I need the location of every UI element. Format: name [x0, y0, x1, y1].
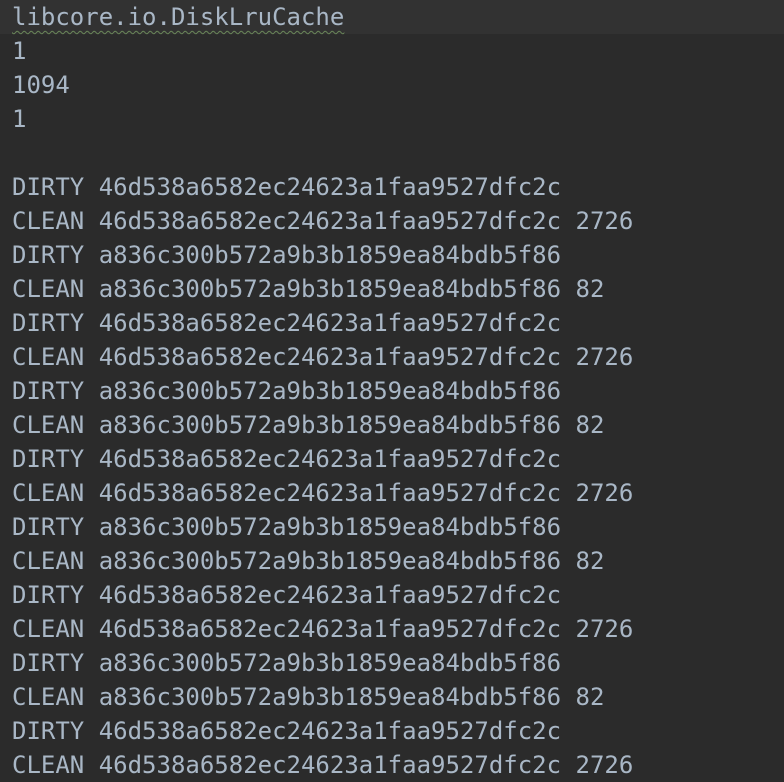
editor-line-6[interactable]: DIRTY 46d538a6582ec24623a1faa9527dfc2c — [12, 170, 784, 204]
editor-line-7[interactable]: CLEAN 46d538a6582ec24623a1faa9527dfc2c 2… — [12, 204, 784, 238]
editor-line-4[interactable]: 1 — [12, 102, 784, 136]
editor-line-23[interactable]: CLEAN 46d538a6582ec24623a1faa9527dfc2c 2… — [12, 748, 784, 782]
text-editor[interactable]: libcore.io.DiskLruCache 1 1094 1 DIRTY 4… — [0, 0, 784, 782]
editor-line-17[interactable]: CLEAN a836c300b572a9b3b1859ea84bdb5f86 8… — [12, 544, 784, 578]
editor-line-12[interactable]: DIRTY a836c300b572a9b3b1859ea84bdb5f86 — [12, 374, 784, 408]
editor-line-10[interactable]: DIRTY 46d538a6582ec24623a1faa9527dfc2c — [12, 306, 784, 340]
editor-line-9[interactable]: CLEAN a836c300b572a9b3b1859ea84bdb5f86 8… — [12, 272, 784, 306]
editor-line-1[interactable]: libcore.io.DiskLruCache — [0, 0, 784, 34]
editor-line-14[interactable]: DIRTY 46d538a6582ec24623a1faa9527dfc2c — [12, 442, 784, 476]
editor-line-16[interactable]: DIRTY a836c300b572a9b3b1859ea84bdb5f86 — [12, 510, 784, 544]
editor-line-8[interactable]: DIRTY a836c300b572a9b3b1859ea84bdb5f86 — [12, 238, 784, 272]
editor-line-3[interactable]: 1094 — [12, 68, 784, 102]
editor-line-15[interactable]: CLEAN 46d538a6582ec24623a1faa9527dfc2c 2… — [12, 476, 784, 510]
editor-line-20[interactable]: DIRTY a836c300b572a9b3b1859ea84bdb5f86 — [12, 646, 784, 680]
editor-line-21[interactable]: CLEAN a836c300b572a9b3b1859ea84bdb5f86 8… — [12, 680, 784, 714]
editor-line-5[interactable] — [12, 136, 784, 170]
editor-line-11[interactable]: CLEAN 46d538a6582ec24623a1faa9527dfc2c 2… — [12, 340, 784, 374]
editor-line-22[interactable]: DIRTY 46d538a6582ec24623a1faa9527dfc2c — [12, 714, 784, 748]
editor-line-19[interactable]: CLEAN 46d538a6582ec24623a1faa9527dfc2c 2… — [12, 612, 784, 646]
journal-magic-text: libcore.io.DiskLruCache — [12, 3, 345, 31]
editor-line-2[interactable]: 1 — [12, 34, 784, 68]
editor-line-13[interactable]: CLEAN a836c300b572a9b3b1859ea84bdb5f86 8… — [12, 408, 784, 442]
editor-line-18[interactable]: DIRTY 46d538a6582ec24623a1faa9527dfc2c — [12, 578, 784, 612]
